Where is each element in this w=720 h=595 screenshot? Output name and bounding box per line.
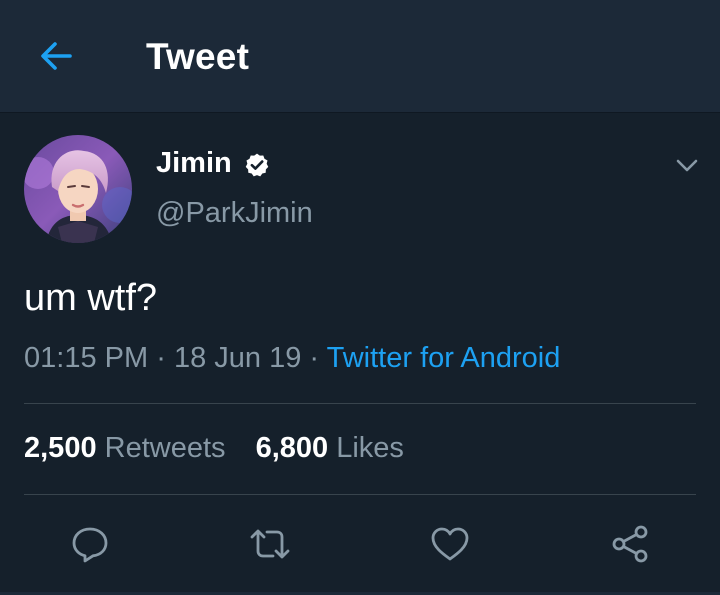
chevron-down-icon <box>676 159 698 172</box>
likes-label: Likes <box>336 432 404 464</box>
likes-stat[interactable]: 6,800 Likes <box>256 432 404 464</box>
retweet-icon <box>250 529 290 559</box>
back-button[interactable] <box>30 30 82 82</box>
tweet-stats: 2,500 Retweets 6,800 Likes <box>24 432 404 465</box>
tweet-time: 01:15 PM <box>24 342 149 374</box>
avatar[interactable] <box>24 135 132 243</box>
retweets-stat[interactable]: 2,500 Retweets <box>24 432 226 464</box>
author-name[interactable]: Jimin <box>156 147 232 180</box>
tweet-source-link[interactable]: Twitter for Android <box>327 342 561 374</box>
retweets-count: 2,500 <box>24 432 97 464</box>
like-icon <box>431 527 469 561</box>
share-icon <box>612 525 648 563</box>
retweet-button[interactable] <box>244 518 296 570</box>
meta-separator: · <box>309 342 320 374</box>
divider <box>24 403 696 404</box>
tweet-meta: 01:15 PM · 18 Jun 19 · Twitter for Andro… <box>24 342 560 375</box>
profile-photo <box>24 135 132 243</box>
reply-button[interactable] <box>64 518 116 570</box>
tweet-date: 18 Jun 19 <box>173 342 302 374</box>
tweet-menu-button[interactable] <box>672 150 702 180</box>
share-button[interactable] <box>604 518 656 570</box>
like-button[interactable] <box>424 518 476 570</box>
top-app-bar: Tweet <box>0 0 720 113</box>
tweet-actions <box>0 518 720 570</box>
reply-icon <box>72 527 108 563</box>
likes-count: 6,800 <box>255 432 329 464</box>
verified-badge-icon <box>245 153 269 177</box>
meta-separator: · <box>156 342 166 374</box>
page-title: Tweet <box>146 36 250 77</box>
retweets-label: Retweets <box>104 432 226 464</box>
author-handle[interactable]: @ParkJimin <box>156 197 313 230</box>
tweet-text: um wtf? <box>24 277 158 319</box>
divider <box>24 494 696 495</box>
arrow-left-icon <box>41 42 72 70</box>
